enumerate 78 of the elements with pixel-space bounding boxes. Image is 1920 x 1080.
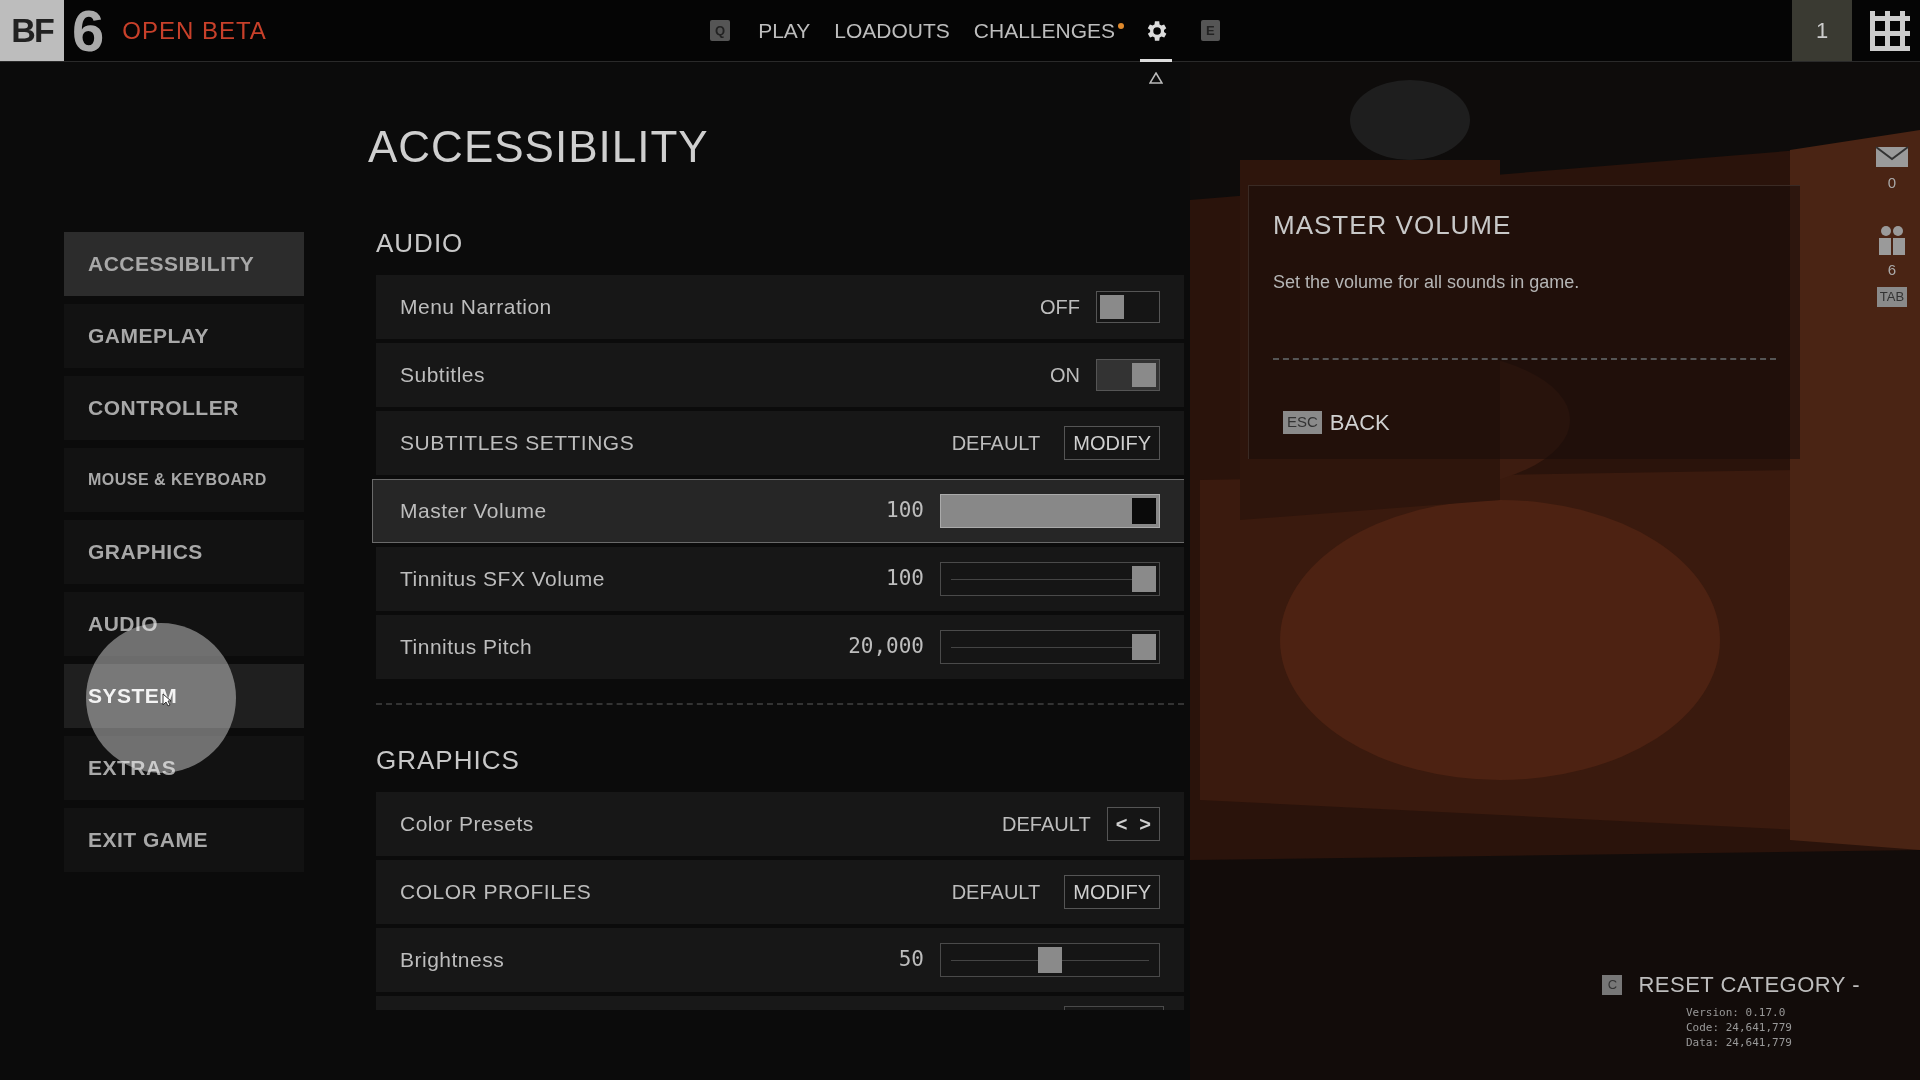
- slider-thumb[interactable]: [1038, 947, 1062, 973]
- settings-row[interactable]: Menu Narration OFF: [376, 275, 1184, 339]
- logo-number: 6: [72, 1, 105, 60]
- sidebar-item[interactable]: ACCESSIBILITY: [64, 232, 304, 296]
- sidebar-item[interactable]: EXIT GAME: [64, 808, 304, 872]
- settings-row[interactable]: Tinnitus SFX Volume 100: [376, 547, 1184, 611]
- sidebar-item[interactable]: SYSTEM: [64, 664, 304, 728]
- toggle-switch[interactable]: [1096, 359, 1160, 391]
- settings-row[interactable]: Master Volume 100: [372, 479, 1184, 543]
- version-text: Version: 0.17.0: [1686, 1005, 1787, 1020]
- settings-row[interactable]: Color Presets DEFAULT < >: [376, 792, 1184, 856]
- key-hint: ESC: [1283, 411, 1322, 434]
- setting-label: Color Presets: [400, 811, 534, 838]
- slider-track[interactable]: [940, 630, 1160, 664]
- slider-reading: 50: [898, 946, 924, 974]
- sidebar-item[interactable]: GRAPHICS: [64, 520, 304, 584]
- setting-label: SUBTITLES SETTINGS: [400, 430, 635, 457]
- info-title: MASTER VOLUME: [1273, 209, 1513, 242]
- toggle-state: OFF: [1040, 295, 1080, 320]
- message-count: 0: [1887, 173, 1897, 193]
- data-text: Data: 24,641,779: [1686, 1035, 1793, 1050]
- logo-caption: OPEN BETA: [122, 15, 267, 46]
- sidebar-item[interactable]: GAMEPLAY: [64, 304, 304, 368]
- nav-tab[interactable]: LOADOUTS: [834, 14, 950, 47]
- settings-row[interactable]: Brightness 50: [376, 928, 1184, 992]
- settings-row[interactable]: Subtitles ON: [376, 343, 1184, 407]
- pattern-icon[interactable]: [1870, 10, 1910, 51]
- setting-value: DEFAULT: [1002, 812, 1091, 837]
- setting-label: Brightness: [400, 947, 505, 974]
- slider-track[interactable]: [940, 943, 1160, 977]
- sidebar-item[interactable]: AUDIO: [64, 592, 304, 656]
- active-underline: [1140, 58, 1173, 62]
- section-title: AUDIO: [376, 227, 465, 260]
- back-label: BACK: [1329, 409, 1390, 437]
- modify-button[interactable]: MODIFY: [1064, 426, 1160, 460]
- slider-thumb[interactable]: [1132, 566, 1156, 592]
- settings-row[interactable]: SUBTITLES SETTINGS DEFAULT MODIFY: [376, 411, 1184, 475]
- previous-button[interactable]: <: [1113, 809, 1130, 839]
- slider-thumb[interactable]: [1132, 498, 1156, 524]
- player-level[interactable]: 1: [1792, 0, 1852, 61]
- people-icon[interactable]: [1877, 224, 1907, 257]
- modify-button[interactable]: MODIFY: [1064, 875, 1160, 909]
- nav-tab[interactable]: PLAY: [758, 14, 811, 47]
- back-button[interactable]: ESC BACK: [1283, 406, 1390, 439]
- mail-icon[interactable]: [1875, 146, 1909, 168]
- nav-tab[interactable]: CHALLENGES: [973, 14, 1116, 47]
- slider-thumb[interactable]: [1132, 634, 1156, 660]
- section-title: GRAPHICS: [376, 744, 521, 777]
- slider-track[interactable]: [940, 494, 1160, 528]
- slider-reading: 100: [886, 497, 924, 525]
- setting-label: Menu Narration: [400, 294, 552, 321]
- triangle-icon: [1149, 71, 1164, 84]
- setting-label: Subtitles: [400, 362, 486, 389]
- slider-reading: 100: [886, 565, 924, 593]
- settings-row[interactable]: COLOR PROFILES DEFAULT MODIFY: [376, 860, 1184, 924]
- next-button[interactable]: >: [1137, 809, 1153, 839]
- info-description: Set the volume for all sounds in game.: [1273, 271, 1581, 294]
- toggle-state: ON: [1050, 363, 1080, 388]
- reset-label: RESET CATEGORY -: [1638, 971, 1860, 999]
- setting-label: Tinnitus SFX Volume: [400, 566, 605, 593]
- settings-row[interactable]: Tinnitus Pitch 20,000: [376, 615, 1184, 679]
- setting-label: Master Volume: [400, 498, 547, 525]
- key-hint: TAB: [1876, 287, 1908, 307]
- setting-value: DEFAULT: [951, 880, 1041, 905]
- slider-reading: 20,000: [848, 633, 924, 661]
- code-text: Code: 24,641,779: [1686, 1020, 1793, 1035]
- setting-label: COLOR PROFILES: [400, 879, 592, 906]
- sidebar-item[interactable]: MOUSE & KEYBOARD: [64, 448, 304, 512]
- sidebar-item[interactable]: CONTROLLER: [64, 376, 304, 440]
- setting-label: Tinnitus Pitch: [400, 634, 533, 661]
- slider-track[interactable]: [940, 562, 1160, 596]
- setting-value: DEFAULT: [951, 431, 1041, 456]
- page-title: ACCESSIBILITY: [368, 122, 710, 172]
- key-hint: C: [1602, 974, 1623, 995]
- logo-letters: BF: [0, 0, 64, 61]
- reset-category-button[interactable]: C RESET CATEGORY -: [1602, 968, 1860, 1001]
- toggle-switch[interactable]: [1096, 291, 1160, 323]
- squad-count: 6: [1887, 259, 1897, 280]
